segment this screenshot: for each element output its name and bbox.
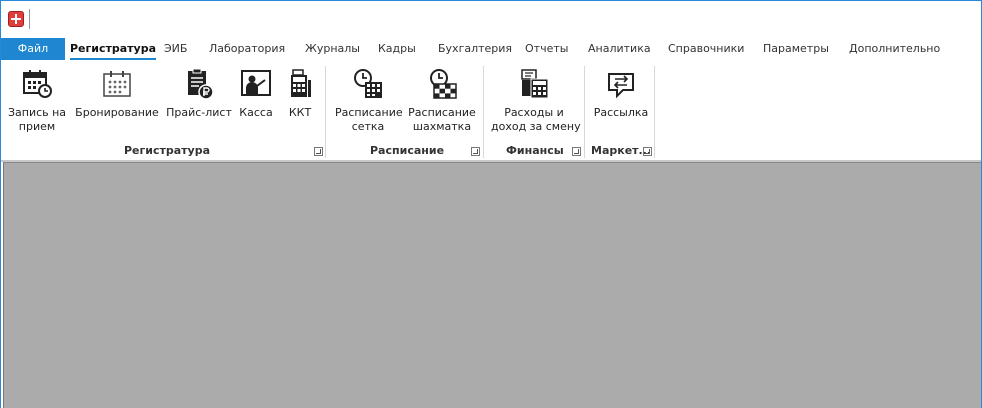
tab-registratura[interactable]: Регистратура <box>70 38 157 60</box>
group-label-schedule: Расписание <box>370 144 445 157</box>
tab-references[interactable]: Справочники <box>668 38 744 60</box>
appointment-button[interactable]: Запись на прием <box>5 66 69 144</box>
tab-additional[interactable]: Дополнительно <box>849 38 940 60</box>
schedule-grid-label-2: сетка <box>351 120 385 133</box>
schedule-grid-button[interactable]: Расписание сетка <box>335 66 403 144</box>
price-list-button[interactable]: Прайс-лист <box>165 66 233 144</box>
group-launcher-registratura[interactable] <box>314 147 323 156</box>
price-list-label: Прайс-лист <box>166 106 232 119</box>
shift-finance-label-1: Расходы и <box>504 106 564 119</box>
tab-analytics[interactable]: Аналитика <box>588 38 651 60</box>
schedule-chess-label-2: шахматка <box>412 120 472 133</box>
calendar-clock-icon <box>21 68 53 100</box>
booking-button[interactable]: Бронирование <box>75 66 159 144</box>
app-window: Файл Регистратура ЭИБ Лаборатория Журнал… <box>0 0 982 408</box>
tab-accounting[interactable]: Бухгалтерия <box>438 38 512 60</box>
calendar-dots-icon <box>101 68 133 100</box>
mailing-button[interactable]: Рассылка <box>591 66 651 144</box>
calculator-icon <box>518 68 550 100</box>
cashier-icon <box>240 68 272 100</box>
tab-laboratory[interactable]: Лаборатория <box>209 38 285 60</box>
schedule-grid-label-1: Расписание <box>335 106 403 119</box>
cashier-button[interactable]: Касса <box>237 66 275 144</box>
schedule-chess-icon <box>426 68 458 100</box>
mailing-label: Рассылка <box>593 106 649 119</box>
tab-staff[interactable]: Кадры <box>378 38 416 60</box>
tab-journals[interactable]: Журналы <box>305 38 360 60</box>
ribbon-panel: Запись на прием Бронирование Прайс-лист … <box>1 62 981 160</box>
cash-register-icon <box>284 68 316 100</box>
shift-finance-label-2: доход за смену <box>491 120 581 133</box>
price-list-ruble-icon <box>183 68 215 100</box>
schedule-grid-icon <box>352 68 384 100</box>
app-logo-icon[interactable] <box>8 11 24 27</box>
shift-finance-button[interactable]: Расходы и доход за смену <box>491 66 581 144</box>
mdi-workspace[interactable] <box>3 162 981 408</box>
group-separator <box>325 66 326 158</box>
group-launcher-marketing[interactable] <box>643 147 652 156</box>
group-separator <box>483 66 484 158</box>
kkt-button[interactable]: ККТ <box>281 66 319 144</box>
appointment-label-2: прием <box>18 120 56 133</box>
tab-reports[interactable]: Отчеты <box>525 38 568 60</box>
group-separator <box>584 66 585 158</box>
title-bar <box>1 1 981 37</box>
group-launcher-finance[interactable] <box>572 147 581 156</box>
group-separator <box>654 66 655 158</box>
cashier-label: Касса <box>239 106 273 119</box>
group-label-finance: Финансы <box>506 144 564 157</box>
ribbon-tabs: Файл Регистратура ЭИБ Лаборатория Журнал… <box>1 38 981 62</box>
kkt-label: ККТ <box>288 106 312 119</box>
appointment-label-1: Запись на <box>7 106 67 119</box>
tab-eib[interactable]: ЭИБ <box>164 38 187 60</box>
schedule-chess-button[interactable]: Расписание шахматка <box>407 66 477 144</box>
tab-file[interactable]: Файл <box>1 38 65 60</box>
group-label-registratura: Регистратура <box>124 144 211 157</box>
schedule-chess-label-1: Расписание <box>408 106 476 119</box>
tab-parameters[interactable]: Параметры <box>763 38 829 60</box>
mailing-icon <box>605 68 637 100</box>
booking-label: Бронирование <box>75 106 159 119</box>
group-launcher-schedule[interactable] <box>471 147 480 156</box>
quick-access-separator <box>29 9 30 29</box>
